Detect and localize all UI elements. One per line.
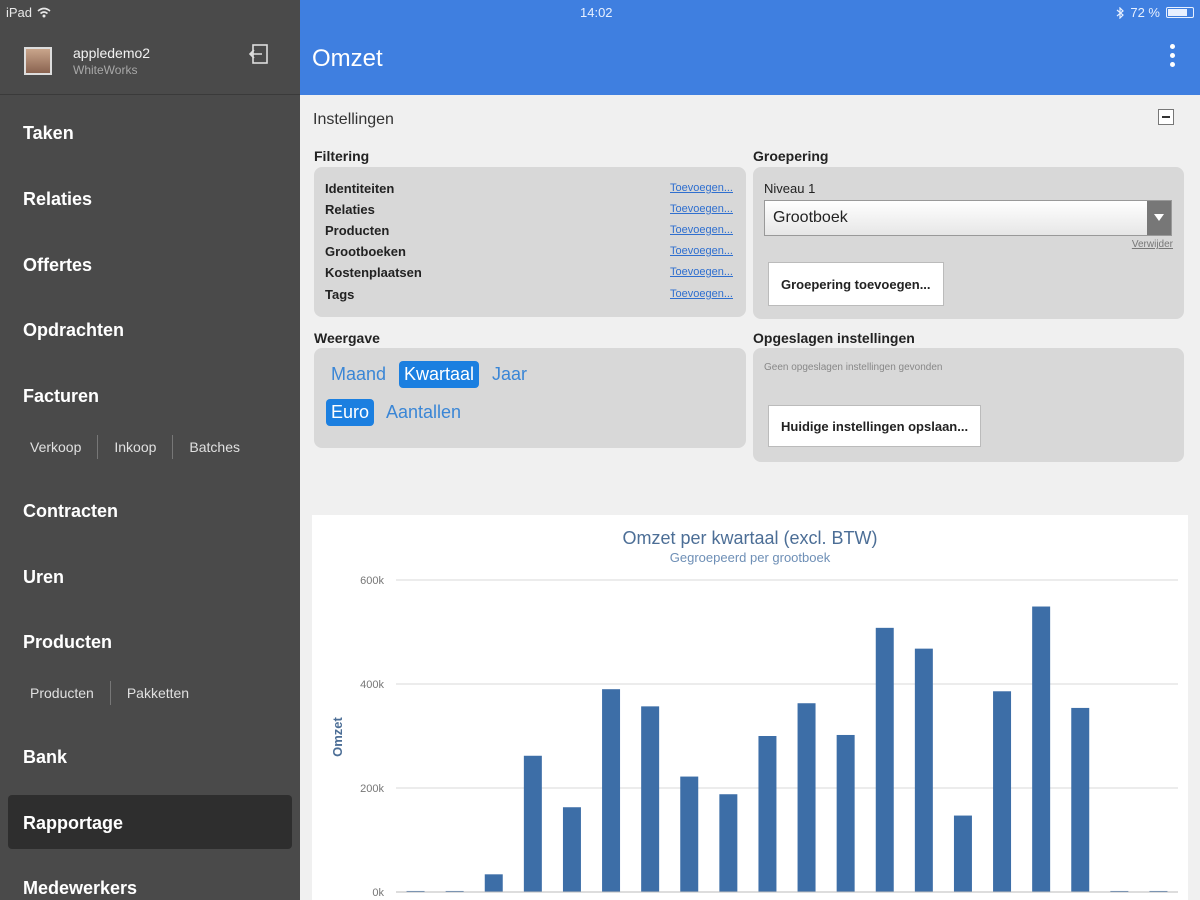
battery-percent: 72 % — [1130, 5, 1160, 20]
chart-bar[interactable] — [758, 736, 777, 892]
add-filter-link[interactable]: Toevoegen... — [670, 266, 733, 278]
sidebar-item-relaties[interactable]: Relaties — [23, 189, 92, 210]
chart-bar[interactable] — [914, 648, 933, 892]
logout-icon[interactable] — [248, 43, 270, 65]
subnav-batches[interactable]: Batches — [189, 439, 240, 455]
divider — [172, 435, 174, 459]
add-filter-link[interactable]: Toevoegen... — [670, 245, 733, 257]
sidebar-item-contracten[interactable]: Contracten — [23, 501, 118, 522]
producten-subnav: Producten Pakketten — [30, 681, 189, 705]
level-label: Niveau 1 — [764, 181, 816, 196]
chart-bar[interactable] — [1071, 707, 1090, 892]
y-tick-label: 200k — [360, 783, 384, 795]
filtering-heading: Filtering — [314, 148, 370, 164]
device-label: iPad — [6, 5, 33, 20]
filter-label: Identiteiten — [325, 181, 395, 196]
save-settings-button[interactable]: Huidige instellingen opslaan... — [768, 405, 982, 447]
bluetooth-icon — [1116, 6, 1125, 19]
chart-bar[interactable] — [875, 627, 894, 892]
saved-settings-panel: Geen opgeslagen instellingen gevonden Hu… — [753, 348, 1184, 462]
add-filter-link[interactable]: Toevoegen... — [670, 203, 733, 215]
groepering-panel: Niveau 1 Grootboek Verwijder Groepering … — [753, 167, 1184, 319]
more-menu-icon[interactable] — [1164, 44, 1180, 70]
sidebar-item-offertes[interactable]: Offertes — [23, 255, 92, 276]
sidebar-item-taken[interactable]: Taken — [23, 123, 74, 144]
divider — [97, 435, 99, 459]
revenue-chart: Omzet per kwartaal (excl. BTW) Gegroepee… — [312, 515, 1188, 900]
no-saved-settings-text: Geen opgeslagen instellingen gevonden — [764, 362, 943, 373]
y-tick-label: 600k — [360, 575, 384, 587]
chart-bar[interactable] — [641, 706, 660, 892]
collapse-button[interactable] — [1158, 109, 1174, 125]
page-title: Omzet — [312, 45, 383, 72]
toggle-kwartaal[interactable]: Kwartaal — [399, 361, 480, 388]
y-tick-label: 0k — [372, 887, 384, 899]
app-header: Omzet — [300, 0, 1200, 95]
subnav-verkoop[interactable]: Verkoop — [30, 439, 81, 455]
sidebar-item-bank[interactable]: Bank — [23, 747, 67, 768]
chart-bar[interactable] — [523, 755, 542, 892]
filter-label: Kostenplaatsen — [325, 265, 422, 280]
battery-icon — [1166, 7, 1194, 18]
filter-label: Grootboeken — [325, 244, 406, 259]
chart-bar[interactable] — [1032, 606, 1051, 892]
wifi-icon — [37, 7, 51, 18]
weergave-heading: Weergave — [314, 330, 380, 346]
chart-bar[interactable] — [484, 874, 503, 892]
toggle-jaar[interactable]: Jaar — [487, 361, 532, 388]
subnav-inkoop[interactable]: Inkoop — [114, 439, 156, 455]
user-organization: WhiteWorks — [73, 63, 138, 77]
sidebar: appledemo2 WhiteWorks Taken Relaties Off… — [0, 0, 300, 900]
toggle-euro[interactable]: Euro — [326, 399, 375, 426]
remove-grouping-link[interactable]: Verwijder — [1132, 239, 1173, 250]
chevron-down-icon — [1147, 201, 1171, 235]
user-name: appledemo2 — [73, 45, 151, 61]
filter-label: Relaties — [325, 202, 375, 217]
chart-bar[interactable] — [680, 776, 699, 892]
status-bar-right: 72 % — [1116, 5, 1194, 20]
chart-plot: 0k 200k 400k 600k Omzet — [330, 575, 1178, 899]
chart-bar[interactable] — [836, 734, 855, 892]
chart-bar[interactable] — [562, 807, 581, 892]
sidebar-item-opdrachten[interactable]: Opdrachten — [23, 320, 124, 341]
sidebar-item-rapportage[interactable]: Rapportage — [23, 813, 123, 834]
add-filter-link[interactable]: Toevoegen... — [670, 182, 733, 194]
add-filter-link[interactable]: Toevoegen... — [670, 224, 733, 236]
sidebar-item-producten[interactable]: Producten — [23, 632, 112, 653]
divider — [109, 681, 111, 705]
sidebar-item-facturen[interactable]: Facturen — [23, 386, 99, 407]
subnav-pakketten[interactable]: Pakketten — [127, 685, 189, 701]
chart-bar[interactable] — [719, 794, 738, 892]
facturen-subnav: Verkoop Inkoop Batches — [30, 435, 240, 459]
settings-title: Instellingen — [313, 111, 394, 128]
y-tick-label: 400k — [360, 679, 384, 691]
toggle-maand[interactable]: Maand — [326, 361, 391, 388]
status-bar-left: iPad — [6, 5, 51, 20]
chart-bar[interactable] — [797, 703, 816, 892]
avatar — [24, 47, 52, 75]
sidebar-item-uren[interactable]: Uren — [23, 567, 64, 588]
filtering-panel: Identiteiten Toevoegen... Relaties Toevo… — [314, 167, 746, 317]
add-grouping-button[interactable]: Groepering toevoegen... — [768, 262, 944, 306]
y-axis-label: Omzet — [330, 716, 345, 756]
grouping-select-value: Grootboek — [773, 209, 848, 226]
chart-bar[interactable] — [993, 691, 1012, 892]
subnav-producten[interactable]: Producten — [30, 685, 94, 701]
status-time: 14:02 — [580, 5, 613, 20]
saved-settings-heading: Opgeslagen instellingen — [753, 330, 915, 346]
chart-bar[interactable] — [953, 815, 972, 892]
grouping-select[interactable]: Grootboek — [764, 200, 1172, 236]
filter-label: Tags — [325, 287, 355, 302]
add-filter-link[interactable]: Toevoegen... — [670, 288, 733, 300]
chart-bar[interactable] — [602, 689, 621, 892]
weergave-panel: Maand Kwartaal Jaar Euro Aantallen — [314, 348, 746, 448]
toggle-aantallen[interactable]: Aantallen — [381, 399, 466, 426]
filter-label: Producten — [325, 223, 390, 238]
groepering-heading: Groepering — [753, 148, 829, 164]
sidebar-item-medewerkers[interactable]: Medewerkers — [23, 878, 137, 899]
